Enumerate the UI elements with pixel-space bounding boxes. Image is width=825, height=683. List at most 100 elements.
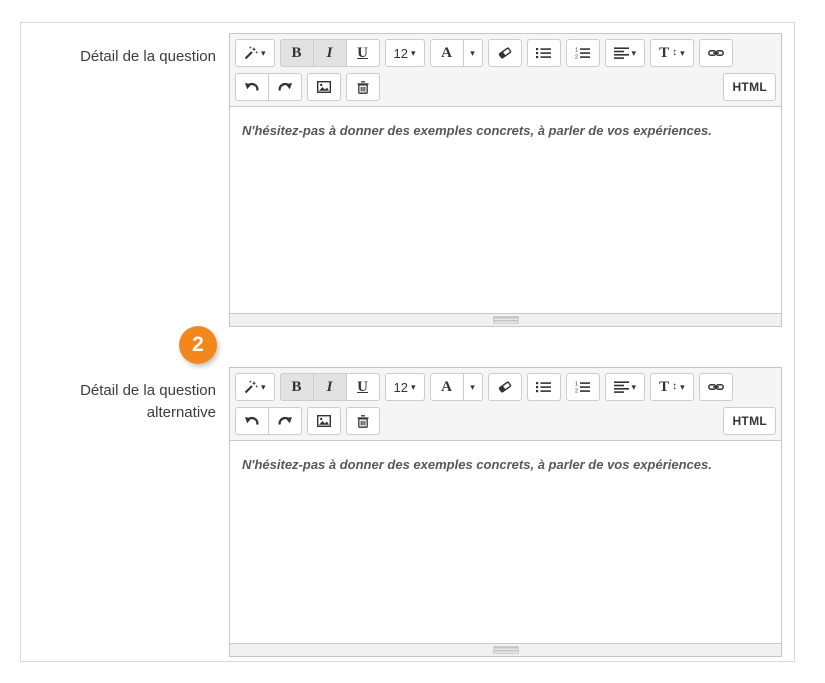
editor-content-text: N'hésitez-pas à donner des exemples conc… — [242, 457, 712, 472]
clear-formatting-button[interactable] — [488, 39, 522, 67]
html-source-button[interactable]: HTML — [723, 73, 776, 101]
delete-button[interactable] — [346, 73, 380, 101]
editor-footer — [230, 313, 781, 326]
delete-button[interactable] — [346, 407, 380, 435]
editor-content-text: N'hésitez-pas à donner des exemples conc… — [242, 123, 712, 138]
font-color-button[interactable]: A — [430, 39, 464, 67]
toolbar-row-1: ▾ B I U — [235, 39, 776, 67]
italic-button[interactable]: I — [313, 373, 347, 401]
align-dropdown[interactable]: ▾ — [605, 373, 646, 401]
insert-image-button[interactable] — [307, 73, 341, 101]
image-icon — [317, 415, 331, 427]
bold-button[interactable]: B — [280, 373, 314, 401]
magic-wand-icon — [244, 46, 258, 60]
unordered-list-icon — [536, 381, 551, 393]
text-style-button-group: B I U — [280, 39, 380, 67]
link-icon — [708, 382, 724, 392]
ordered-list-button[interactable]: 1 2 — [566, 39, 600, 67]
underline-label: U — [357, 46, 368, 61]
unordered-list-icon — [536, 47, 551, 59]
editor-content-area[interactable]: N'hésitez-pas à donner des exemples conc… — [230, 441, 781, 643]
unordered-list-button[interactable] — [527, 373, 561, 401]
italic-button[interactable]: I — [313, 39, 347, 67]
link-button[interactable] — [699, 39, 733, 67]
caret-down-icon: ▾ — [632, 383, 637, 392]
clear-formatting-button[interactable] — [488, 373, 522, 401]
caret-down-icon: ▾ — [680, 383, 685, 392]
font-color-label: A — [441, 380, 452, 395]
magic-wand-menu-button[interactable]: ▾ — [235, 373, 275, 401]
image-icon — [317, 81, 331, 93]
form-container: 2 Détail de la question — [20, 22, 795, 662]
svg-text:2: 2 — [575, 55, 578, 59]
trash-icon — [357, 81, 369, 94]
caret-down-icon: ▾ — [261, 49, 266, 58]
editor-footer — [230, 643, 781, 656]
underline-label: U — [357, 380, 368, 395]
magic-wand-icon — [244, 380, 258, 394]
line-height-dropdown[interactable]: T ↕ ▾ — [650, 373, 694, 401]
updown-arrow-icon: ↕ — [672, 382, 677, 392]
question-detail-editor-column: ▾ B I U — [229, 33, 782, 327]
link-icon — [708, 48, 724, 58]
font-color-label: A — [441, 46, 452, 61]
font-size-value: 12 — [394, 46, 408, 61]
editor-content-area[interactable]: N'hésitez-pas à donner des exemples conc… — [230, 107, 781, 313]
question-detail-alternative-editor-column: ▾ B I U — [229, 367, 782, 657]
line-height-dropdown[interactable]: T ↕ ▾ — [650, 39, 694, 67]
magic-wand-menu-button[interactable]: ▾ — [235, 39, 275, 67]
font-color-button[interactable]: A — [430, 373, 464, 401]
caret-down-icon: ▾ — [470, 383, 475, 392]
rich-text-editor-question-detail: ▾ B I U — [229, 33, 782, 327]
eraser-icon — [498, 46, 512, 60]
font-size-dropdown[interactable]: 12 ▾ — [385, 39, 425, 67]
ordered-list-icon: 1 2 — [575, 47, 590, 59]
font-size-value: 12 — [394, 380, 408, 395]
underline-button[interactable]: U — [346, 39, 380, 67]
toolbar-row-2: HTML — [235, 73, 776, 101]
undo-redo-button-group — [235, 73, 302, 101]
svg-text:2: 2 — [575, 389, 578, 393]
undo-redo-button-group — [235, 407, 302, 435]
italic-label: I — [327, 380, 333, 395]
html-source-button[interactable]: HTML — [723, 407, 776, 435]
redo-button[interactable] — [268, 73, 302, 101]
html-button-label: HTML — [732, 414, 767, 428]
text-style-button-group: B I U — [280, 373, 380, 401]
svg-text:1: 1 — [575, 382, 578, 388]
caret-down-icon: ▾ — [680, 49, 685, 58]
font-color-split-button: A ▾ — [430, 39, 483, 67]
undo-button[interactable] — [235, 73, 269, 101]
align-dropdown[interactable]: ▾ — [605, 39, 646, 67]
insert-image-button[interactable] — [307, 407, 341, 435]
question-detail-alternative-label: Détail de la question alternative — [21, 367, 216, 657]
editor-toolbar: ▾ B I U — [230, 34, 781, 107]
line-height-label: T — [659, 380, 669, 395]
unordered-list-button[interactable] — [527, 39, 561, 67]
editor-resize-handle[interactable] — [493, 646, 519, 654]
font-size-dropdown[interactable]: 12 ▾ — [385, 373, 425, 401]
form-row-question-detail-alternative: Détail de la question alternative — [21, 367, 794, 657]
font-color-dropdown[interactable]: ▾ — [463, 39, 483, 67]
editor-toolbar: ▾ B I U — [230, 368, 781, 441]
link-button[interactable] — [699, 373, 733, 401]
bold-label: B — [292, 46, 302, 61]
ordered-list-button[interactable]: 1 2 — [566, 373, 600, 401]
font-color-dropdown[interactable]: ▾ — [463, 373, 483, 401]
rich-text-editor-question-detail-alternative: ▾ B I U — [229, 367, 782, 657]
bold-button[interactable]: B — [280, 39, 314, 67]
italic-label: I — [327, 46, 333, 61]
html-button-label: HTML — [732, 80, 767, 94]
font-color-split-button: A ▾ — [430, 373, 483, 401]
redo-button[interactable] — [268, 407, 302, 435]
caret-down-icon: ▾ — [411, 383, 416, 392]
bold-label: B — [292, 380, 302, 395]
caret-down-icon: ▾ — [411, 49, 416, 58]
undo-icon — [244, 415, 260, 427]
underline-button[interactable]: U — [346, 373, 380, 401]
redo-icon — [277, 415, 293, 427]
editor-resize-handle[interactable] — [493, 316, 519, 324]
redo-icon — [277, 81, 293, 93]
undo-button[interactable] — [235, 407, 269, 435]
updown-arrow-icon: ↕ — [672, 48, 677, 58]
